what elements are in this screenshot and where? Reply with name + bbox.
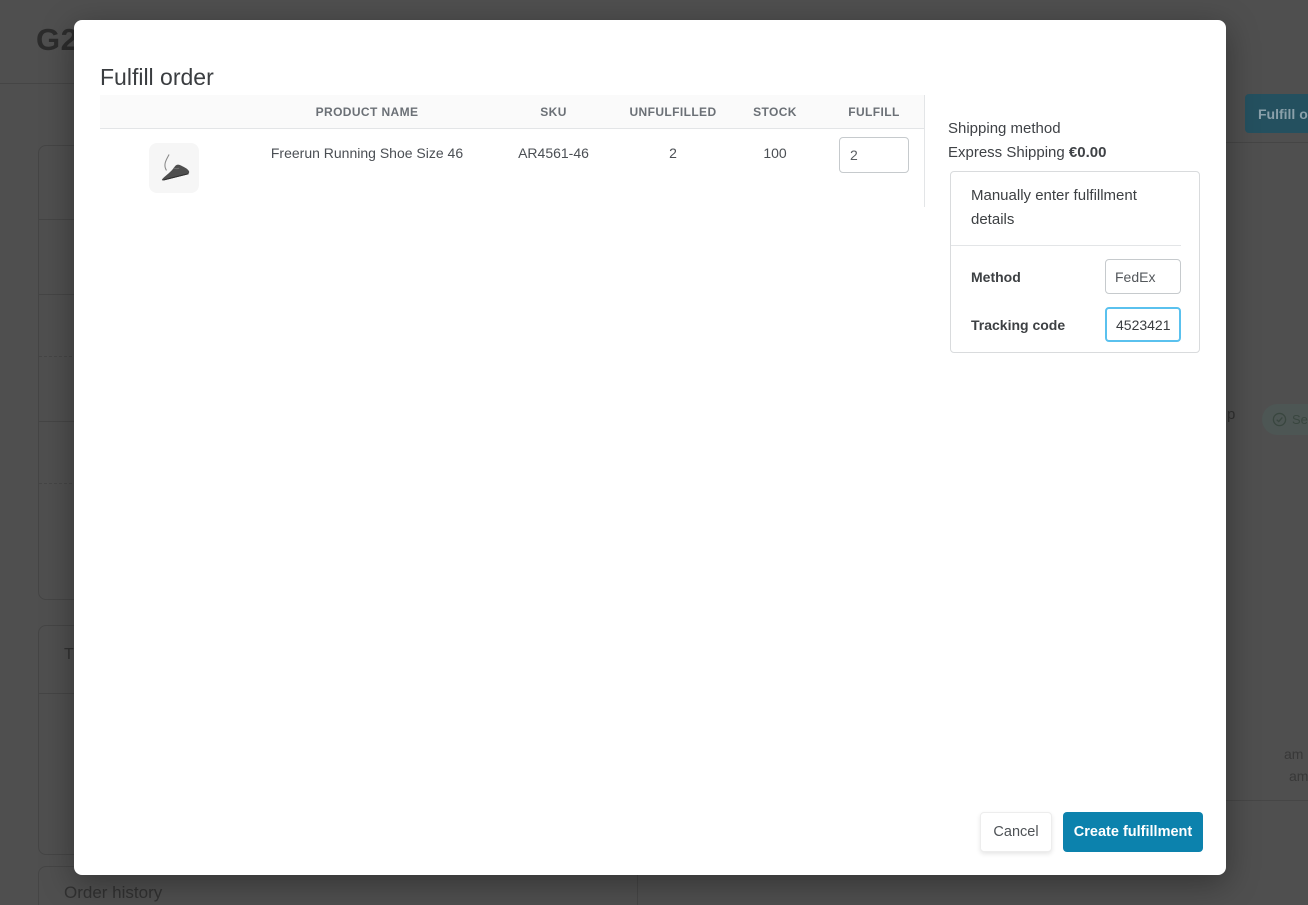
order-number-heading: G2: [36, 22, 79, 57]
history-divider: [1226, 800, 1308, 801]
column-header-fulfill: FULFILL: [848, 104, 900, 119]
column-header-image: [100, 95, 247, 128]
create-fulfillment-button[interactable]: Create fulfillment: [1063, 812, 1203, 852]
history-timestamp-partial: am: [1289, 768, 1308, 784]
stock-qty-cell: 100: [763, 145, 787, 161]
status-badge-label: Se: [1292, 412, 1308, 427]
shipping-name: Express Shipping: [948, 144, 1065, 161]
shipping-method-value: Express Shipping €0.00: [948, 144, 1106, 161]
cancel-button[interactable]: Cancel: [980, 812, 1052, 852]
toolbar-divider: [1226, 142, 1308, 143]
method-input[interactable]: [1105, 259, 1181, 294]
method-label: Method: [971, 269, 1021, 285]
table-right-divider: [924, 95, 925, 207]
history-timestamp-partial: am: [1284, 746, 1304, 762]
table-header-row: PRODUCT NAME SKU UNFULFILLED STOCK FULFI…: [100, 95, 924, 129]
sneaker-icon: [161, 154, 189, 181]
unfulfilled-qty-cell: 2: [669, 145, 677, 161]
header-divider: [0, 83, 74, 84]
manual-fulfillment-card: Manually enter fulfillment details Metho…: [950, 171, 1200, 353]
fulfill-order-button-background[interactable]: Fulfill o: [1245, 94, 1308, 133]
manual-fulfillment-title-text: Manually enter fulfillment details: [971, 187, 1137, 228]
fulfill-qty-cell: [824, 129, 924, 193]
column-header-product-name: PRODUCT NAME: [315, 104, 419, 119]
column-header-unfulfilled: UNFULFILLED: [629, 104, 717, 119]
tracking-code-label: Tracking code: [971, 317, 1066, 333]
fulfill-items-table: PRODUCT NAME SKU UNFULFILLED STOCK FULFI…: [100, 95, 924, 193]
check-circle-icon: [1272, 412, 1287, 427]
fulfill-quantity-input[interactable]: [839, 137, 909, 173]
manual-fulfillment-title: Manually enter fulfillment details: [951, 172, 1181, 246]
sku-cell: AR4561-46: [518, 145, 589, 161]
fulfill-order-dialog: Fulfill order PRODUCT NAME SKU UNFULFILL…: [74, 20, 1226, 875]
payment-card-title-partial: T: [64, 646, 74, 663]
order-history-title: Order history: [64, 883, 163, 902]
product-thumbnail: [148, 143, 199, 193]
product-image-cell: [100, 129, 247, 193]
table-row: Freerun Running Shoe Size 46 AR4561-46 2…: [100, 129, 924, 193]
shipping-price: €0.00: [1068, 144, 1107, 161]
shipping-method-label: Shipping method: [948, 120, 1061, 137]
page: G2 Fulfill o T Order history p Se am am …: [0, 0, 1308, 905]
tracking-code-input[interactable]: [1105, 307, 1181, 342]
product-name-cell: Freerun Running Shoe Size 46: [270, 145, 464, 161]
column-header-sku: SKU: [540, 104, 567, 119]
status-badge: Se: [1262, 404, 1308, 435]
column-header-stock: STOCK: [753, 104, 797, 119]
shipping-row-text-partial: p: [1227, 406, 1236, 423]
dialog-title: Fulfill order: [100, 64, 214, 90]
